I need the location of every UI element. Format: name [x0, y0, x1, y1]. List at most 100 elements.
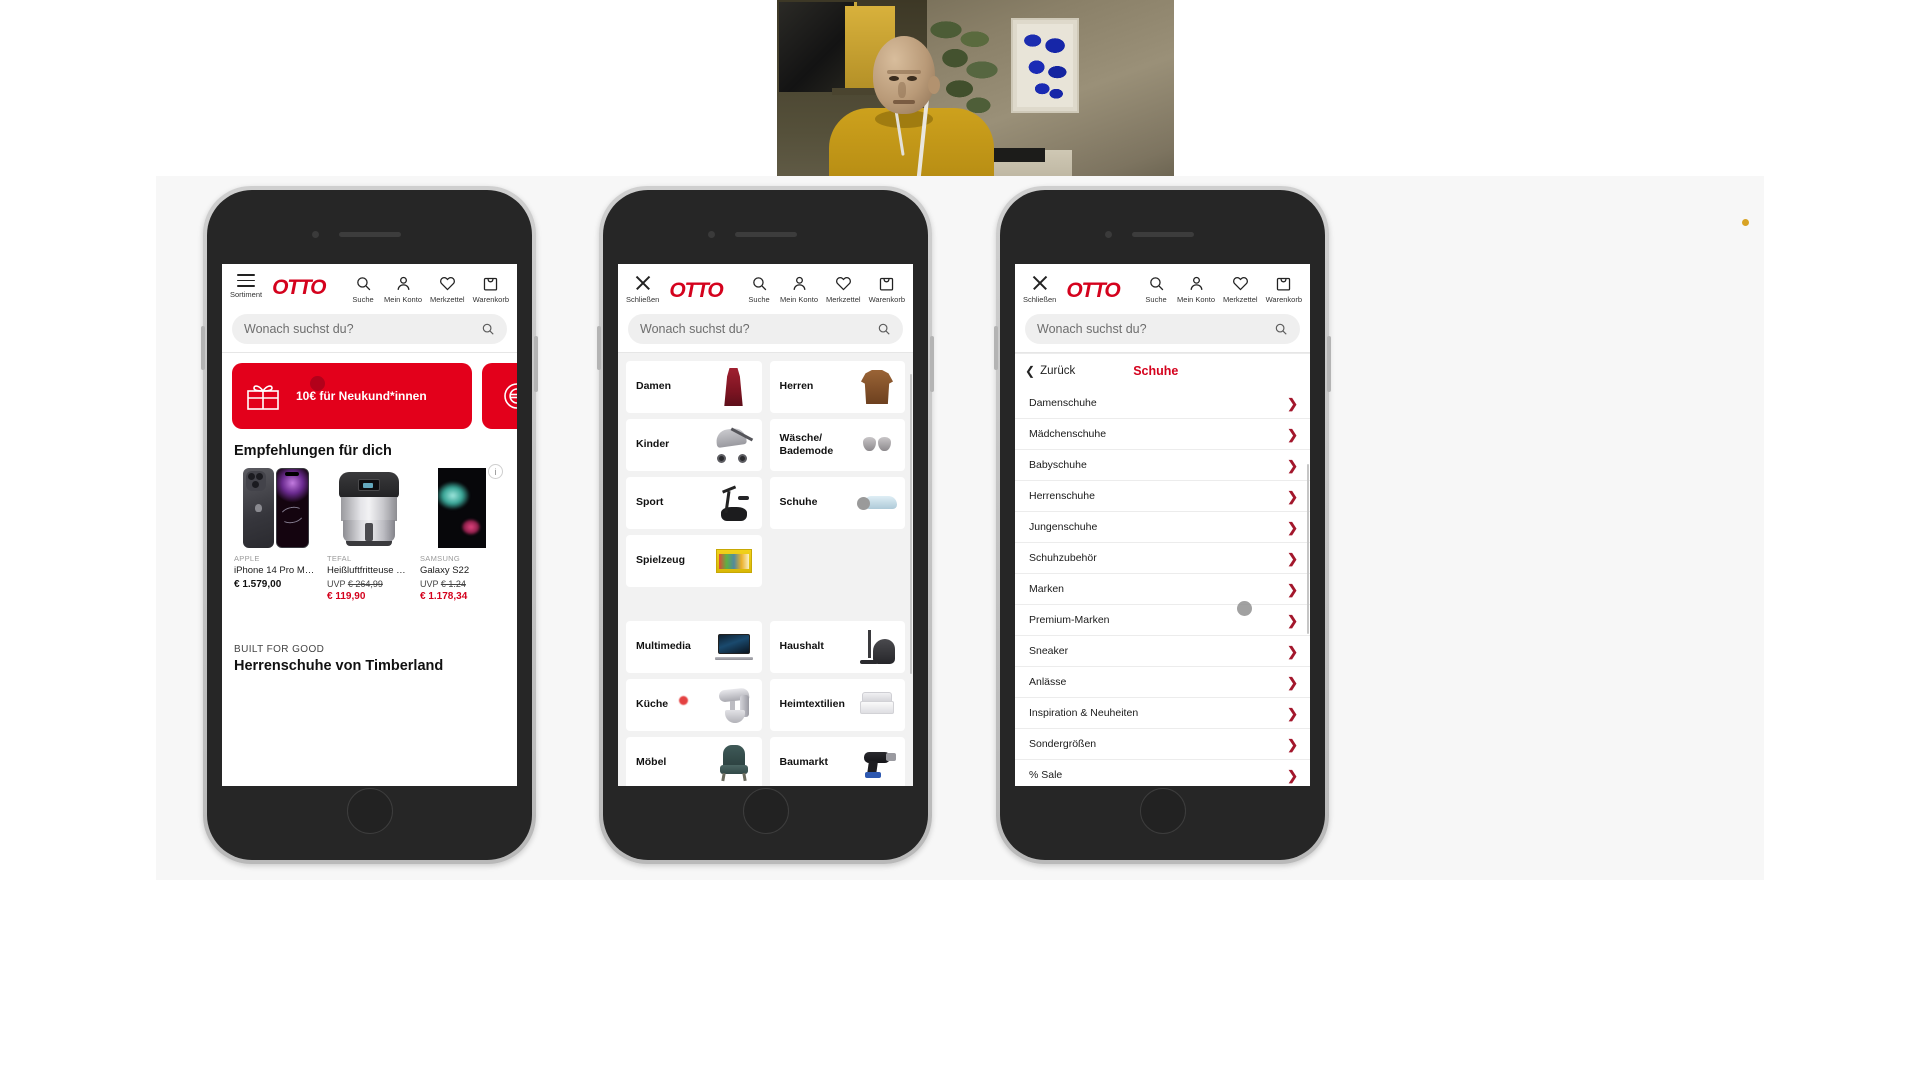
phone1-power-button[interactable]	[534, 336, 538, 392]
list-item[interactable]: Herrenschuhe ❯	[1015, 481, 1310, 512]
product-image-galaxy	[420, 467, 503, 549]
exercise-bike-art	[714, 482, 754, 524]
category-tile-kinder[interactable]: Kinder	[626, 419, 762, 471]
list-item-label: Herrenschuhe	[1029, 490, 1095, 502]
product-card[interactable]: APPLE iPhone 14 Pro Max ... € 1.579,00	[234, 467, 317, 602]
uvp-value: € 1.24	[440, 579, 466, 589]
back-button[interactable]: ❮ Zurück	[1025, 364, 1075, 378]
phone1-app-header: Sortiment OTTO Suche Mein Konto Merkzett…	[222, 264, 517, 308]
list-item[interactable]: Sneaker ❯	[1015, 636, 1310, 667]
category-tile-schuhe[interactable]: Schuhe	[769, 477, 905, 529]
category-tile-herren[interactable]: Herren	[769, 361, 905, 413]
search-icon	[481, 322, 495, 336]
category-tile-damen[interactable]: Damen	[626, 361, 762, 413]
list-item[interactable]: Mädchenschuhe ❯	[1015, 419, 1310, 450]
webcam-nose	[898, 82, 906, 98]
search-nav-button[interactable]: Suche	[350, 275, 376, 304]
product-uvp: UVP € 264,99	[327, 579, 410, 589]
list-item[interactable]: Marken ❯	[1015, 574, 1310, 605]
otto-logo[interactable]: OTTO	[272, 277, 326, 298]
slide-accent-dot	[1742, 219, 1749, 226]
list-item[interactable]: Babyschuhe ❯	[1015, 450, 1310, 481]
search-placeholder: Wonach suchst du?	[1037, 322, 1147, 336]
phone2-app-header: Schließen OTTO Suche Mein Konto Merkzett…	[618, 264, 913, 308]
product-card[interactable]: TEFAL Heißluftfritteuse E... UVP € 264,9…	[327, 467, 410, 602]
list-item[interactable]: Sondergrößen ❯	[1015, 729, 1310, 760]
phone1-volume-button[interactable]	[201, 326, 205, 370]
list-item[interactable]: Schuhzubehör ❯	[1015, 543, 1310, 574]
category-tile-baumarkt[interactable]: Baumarkt	[769, 737, 905, 786]
list-item[interactable]: Premium-Marken ❯	[1015, 605, 1310, 636]
category-grid-spacer	[770, 535, 906, 587]
info-badge[interactable]: i	[488, 464, 503, 479]
phone3-home-button[interactable]	[1139, 788, 1186, 834]
category-tile-heimtextilien[interactable]: Heimtextilien	[769, 679, 905, 731]
category-tile-spielzeug[interactable]: Spielzeug	[626, 535, 762, 587]
otto-logo[interactable]: OTTO	[1066, 280, 1120, 301]
cart-nav-button[interactable]: Warenkorb	[1266, 275, 1302, 304]
promo-card-newcustomer[interactable]: 10€ für Neukund*innen	[232, 363, 472, 429]
account-nav-button[interactable]: Mein Konto	[384, 275, 422, 304]
built-for-good-block[interactable]: BUILT FOR GOOD Herrenschuhe von Timberla…	[222, 644, 517, 674]
scrollbar-thumb[interactable]	[1307, 464, 1309, 634]
chevron-right-icon: ❯	[1287, 643, 1298, 659]
category-tile-multimedia[interactable]: Multimedia	[626, 621, 762, 673]
chevron-right-icon: ❯	[1287, 395, 1298, 411]
phone2-header-actions: Suche Mein Konto Merkzettel Warenkorb	[746, 274, 905, 304]
search-nav-button[interactable]: Suche	[746, 275, 772, 304]
category-tile-moebel[interactable]: Möbel	[626, 737, 762, 786]
shopping-bag-icon	[878, 275, 895, 292]
mouse-cursor-dot	[1237, 601, 1252, 616]
webcam-ear	[928, 76, 940, 94]
webcam-eye-right	[907, 76, 917, 81]
search-nav-button[interactable]: Suche	[1143, 275, 1169, 304]
list-item[interactable]: Jungenschuhe ❯	[1015, 512, 1310, 543]
phone-mockup-categories: Schließen OTTO Suche Mein Konto Merkzett…	[597, 186, 934, 864]
wishlist-nav-label: Merkzettel	[826, 295, 861, 304]
category-tile-kueche[interactable]: Küche	[626, 679, 762, 731]
drill-art	[857, 742, 897, 784]
iphone-front	[275, 468, 309, 548]
search-input[interactable]: Wonach suchst du?	[628, 314, 903, 344]
scrollbar-thumb[interactable]	[910, 374, 912, 674]
account-nav-button[interactable]: Mein Konto	[1177, 275, 1215, 304]
phone2-power-button[interactable]	[930, 336, 934, 392]
cart-nav-button[interactable]: Warenkorb	[869, 275, 905, 304]
phone2-volume-button[interactable]	[597, 326, 601, 370]
laptop-art	[714, 626, 754, 668]
recommendations-carousel[interactable]: APPLE iPhone 14 Pro Max ... € 1.579,00 T…	[222, 467, 517, 602]
product-card[interactable]: SAMSUNG Galaxy S22 UVP € 1.24 € 1.178,34	[420, 467, 503, 602]
chevron-right-icon: ❯	[1287, 736, 1298, 752]
webcam-blue-artwork	[1011, 18, 1079, 113]
phone3-volume-button[interactable]	[994, 326, 998, 370]
phone2-home-button[interactable]	[742, 788, 789, 834]
category-tile-waesche-bademode[interactable]: Wäsche/ Bademode	[769, 419, 905, 471]
promo-card-euro[interactable]	[482, 363, 517, 429]
close-menu-button[interactable]: Schließen	[626, 274, 659, 304]
category-tile-haushalt[interactable]: Haushalt	[769, 621, 905, 673]
account-nav-button[interactable]: Mein Konto	[780, 275, 818, 304]
search-icon	[355, 275, 372, 292]
search-input[interactable]: Wonach suchst du?	[232, 314, 507, 344]
search-input[interactable]: Wonach suchst du?	[1025, 314, 1300, 344]
wishlist-nav-button[interactable]: Merkzettel	[430, 275, 465, 304]
list-item[interactable]: Inspiration & Neuheiten ❯	[1015, 698, 1310, 729]
category-tile-sport[interactable]: Sport	[626, 477, 762, 529]
list-item[interactable]: Anlässe ❯	[1015, 667, 1310, 698]
phone3-power-button[interactable]	[1327, 336, 1331, 392]
category-scroll-area[interactable]: Damen Herren Kinder Wäsche/ Bademode Spo…	[618, 353, 913, 786]
otto-logo[interactable]: OTTO	[669, 280, 723, 301]
sortiment-menu-button[interactable]: Sortiment	[230, 274, 262, 299]
wishlist-nav-button[interactable]: Merkzettel	[826, 275, 861, 304]
product-brand: APPLE	[234, 554, 260, 563]
list-item[interactable]: Damenschuhe ❯	[1015, 388, 1310, 419]
promo-bullet-dot	[310, 376, 325, 391]
phone1-home-button[interactable]	[346, 788, 393, 834]
list-item[interactable]: % Sale ❯	[1015, 760, 1310, 786]
close-menu-button[interactable]: Schließen	[1023, 274, 1056, 304]
close-icon	[1031, 274, 1049, 292]
cart-nav-button[interactable]: Warenkorb	[473, 275, 509, 304]
wishlist-nav-button[interactable]: Merkzettel	[1223, 275, 1258, 304]
search-nav-label: Suche	[748, 295, 770, 304]
promo-carousel[interactable]: 10€ für Neukund*innen	[222, 353, 517, 429]
